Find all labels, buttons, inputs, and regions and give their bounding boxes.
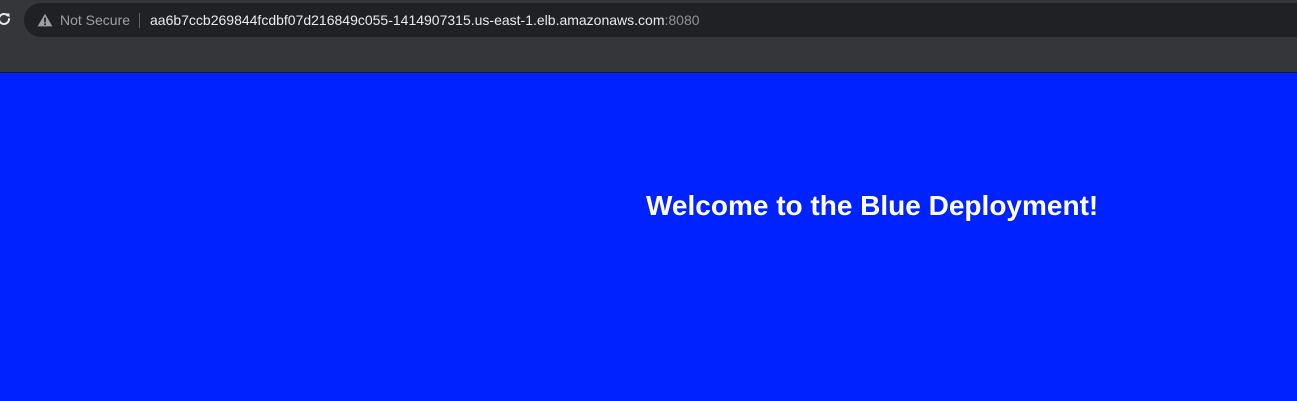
browser-toolbar: Not Secure aa6b7ccb269844fcdbf07d216849c… bbox=[0, 0, 1297, 73]
divider bbox=[139, 13, 140, 28]
page-content: Welcome to the Blue Deployment! bbox=[0, 73, 1297, 401]
address-bar[interactable]: Not Secure aa6b7ccb269844fcdbf07d216849c… bbox=[24, 3, 1297, 37]
warning-icon bbox=[37, 13, 53, 27]
url-text[interactable]: aa6b7ccb269844fcdbf07d216849c055-1414907… bbox=[150, 3, 700, 37]
url-host: aa6b7ccb269844fcdbf07d216849c055-1414907… bbox=[150, 12, 665, 28]
page-heading: Welcome to the Blue Deployment! bbox=[646, 190, 1099, 221]
url-port: :8080 bbox=[664, 12, 700, 28]
reload-icon[interactable] bbox=[0, 11, 12, 27]
security-label: Not Secure bbox=[60, 12, 131, 28]
security-indicator[interactable]: Not Secure bbox=[37, 3, 130, 37]
